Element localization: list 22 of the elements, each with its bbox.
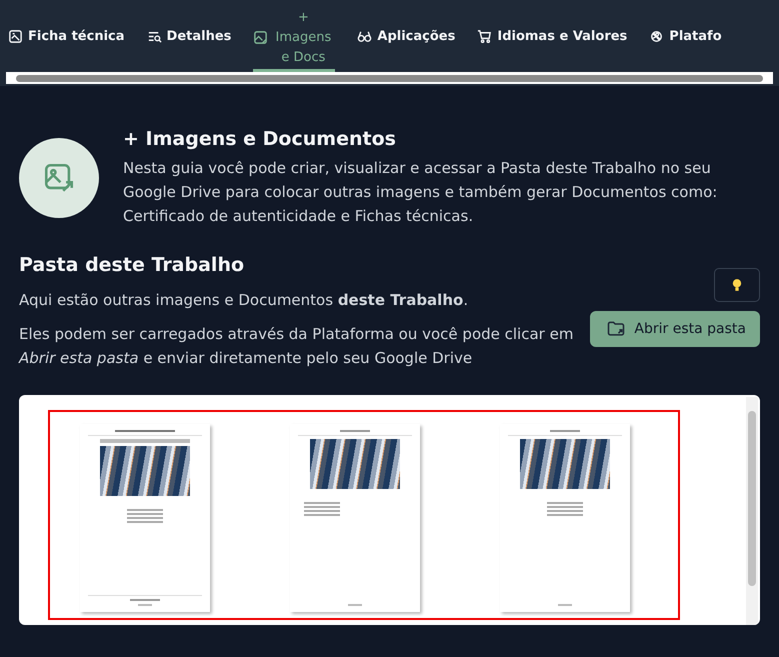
image-card-icon — [8, 28, 23, 44]
section-title: + Imagens e Documentos — [123, 128, 397, 150]
tab[interactable]: Platafo — [649, 0, 722, 72]
scrollbar[interactable] — [6, 72, 773, 84]
folder-description: Aqui estão outras imagens e Documentos deste Trabalho. — [19, 291, 468, 309]
document-thumbnail[interactable] — [500, 424, 630, 612]
tip-button[interactable] — [714, 268, 760, 302]
folder-instructions: Eles podem ser carregados através da Plataforma ou você pode clicar em Abrir esta pasta e enviar diretamente pelo seu Google Drive — [19, 324, 574, 369]
intro-paragraph: Nesta guia você pode criar, visualizar e acessar a Pasta deste Trabalho no seu Google Drive para colocar outras imagens e também gerar Documentos como: Certificado de autenticidade e Fichas técnicas. — [123, 158, 718, 227]
cart-icon — [477, 28, 492, 44]
section-title: Pasta deste Trabalho — [19, 254, 246, 276]
tab[interactable]: Detalhes — [146, 0, 232, 72]
glasses-icon — [357, 28, 372, 44]
lightbulb-icon — [732, 278, 742, 292]
image-icon — [253, 30, 268, 45]
open-folder-button[interactable]: Abrir esta pasta — [590, 311, 760, 347]
document-thumbnail[interactable] — [80, 424, 210, 612]
document-thumbnail[interactable] — [290, 424, 420, 612]
tab[interactable]: Ficha técnica — [8, 0, 125, 72]
scrollbar[interactable] — [746, 397, 758, 625]
tab[interactable]: Aplicações — [357, 0, 456, 72]
tab[interactable]: Idiomas e Valores — [477, 0, 628, 72]
